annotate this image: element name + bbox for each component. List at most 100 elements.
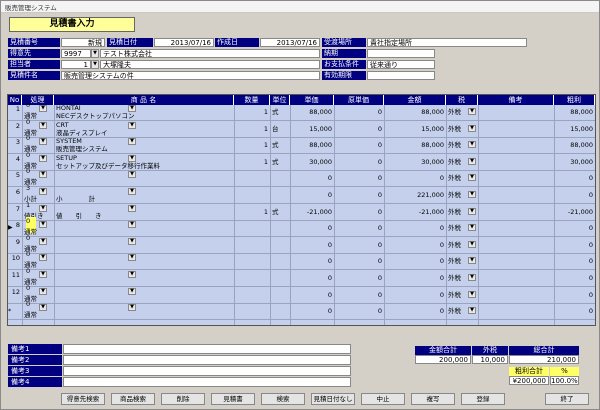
table-row[interactable]: 0 ▼ 通常 ▼ 0 0 0 外税 ▼ 0 * [8,300,595,323]
remark-3-field[interactable] [63,366,351,376]
product-dropdown-icon[interactable]: ▼ [128,171,136,179]
process-dropdown-icon[interactable]: ▼ [39,221,47,229]
process-dropdown-icon[interactable]: ▼ [39,188,47,195]
product-dropdown-icon[interactable]: ▼ [128,188,136,195]
table-row[interactable]: 4 0 ▼ 通常 SETUP ▼ セットアップ及びデータ移行作業料 1 式 30,000 0 30,0… [8,151,595,171]
customer-dropdown-icon[interactable]: ▼ [91,49,99,58]
quote-no-field[interactable]: 新規 [61,38,105,47]
tax-dropdown-icon[interactable]: ▼ [468,157,476,165]
unit-cell[interactable] [272,307,290,323]
table-row[interactable]: 1 0 ▼ 通常 HONTAI ▼ NECデスクトップパソコン 1 式 88,000 0 88,000… [8,101,595,121]
process-dropdown-icon[interactable]: ▼ [39,171,47,179]
tax-dropdown-icon[interactable]: ▼ [468,257,476,265]
tax-dropdown-icon[interactable]: ▼ [468,307,476,315]
profit-percent-value: 100.0% [550,376,579,385]
quote-print-button[interactable]: 見積書 [211,393,255,405]
tax-dropdown-icon[interactable]: ▼ [468,207,476,215]
product-dropdown-icon[interactable]: ▼ [128,304,136,312]
product-dropdown-icon[interactable]: ▼ [128,221,136,229]
product-dropdown-icon[interactable]: ▼ [128,271,136,278]
table-row[interactable]: 7 1 ▼ 値引き ▼ 値 引 き 1 式 -21,000 0 -21,000 外税 ▼ -21,000 [8,201,595,221]
process-dropdown-icon[interactable]: ▼ [39,138,47,146]
process-dropdown-icon[interactable]: ▼ [39,304,47,312]
due-date-field[interactable] [367,49,435,58]
col-qty-header: 数量 [234,95,270,105]
table-row[interactable]: 9 0 ▼ 通常 ▼ 0 0 0 外税 ▼ 0 [8,234,595,254]
line-items-grid[interactable]: No 処理商 品 名数量 単位 単価 原単価 金額税備考 粗利 1 0 ▼ 通常 HONTAI ▼ NE… [7,94,596,326]
validity-label: 有効期限 [322,71,366,80]
tax-dropdown-icon[interactable]: ▼ [468,191,476,198]
process-dropdown-icon[interactable]: ▼ [39,105,47,112]
function-key-bar: 得意先検索 商品検索 削除 見積書 検索 見積日付なし 中止 複写 登録 終了 [7,393,594,405]
quote-date-field[interactable]: 2013/07/16 [154,38,214,47]
unit-price-cell[interactable]: 0 [290,307,334,323]
process-dropdown-icon[interactable]: ▼ [39,237,47,245]
tax-dropdown-icon[interactable]: ▼ [468,174,476,182]
product-dropdown-icon[interactable]: ▼ [128,154,136,162]
subject-field[interactable]: 販売管理システムの件 [61,71,320,80]
process-dropdown-icon[interactable]: ▼ [39,287,47,295]
product-search-button[interactable]: 商品検索 [111,393,155,405]
product-dropdown-icon[interactable]: ▼ [128,105,136,112]
copy-button[interactable]: 複写 [411,393,455,405]
table-row[interactable]: 10 0 ▼ 通常 ▼ 0 0 0 外税 ▼ 0 [8,250,595,271]
remark-4-field[interactable] [63,377,351,387]
table-row[interactable]: 12 0 ▼ 通常 ▼ 0 0 0 外税 ▼ 0 [8,284,595,304]
tax-dropdown-icon[interactable]: ▼ [468,240,476,248]
table-row[interactable]: 6 3 ▼ 小計 ▼ 小 計 0 0 221,000 外税 ▼ 0 [8,184,595,204]
product-dropdown-icon[interactable]: ▼ [128,287,136,295]
subject-label: 見積件名 [8,71,60,80]
table-row[interactable]: 5 0 ▼ 通常 ▼ 0 0 0 外税 ▼ 0 [8,167,595,188]
process-dropdown-icon[interactable]: ▼ [39,271,47,278]
product-dropdown-icon[interactable]: ▼ [128,254,136,262]
customer-search-button[interactable]: 得意先検索 [61,393,105,405]
grand-total-label: 総合計 [509,346,579,355]
payment-terms-field[interactable]: 従来通り [367,60,435,69]
table-row[interactable]: 11 0 ▼ 通常 ▼ 0 0 0 外税 ▼ 0 [8,267,595,287]
tax-dropdown-icon[interactable]: ▼ [468,108,476,115]
remark-1-field[interactable] [63,344,351,354]
created-date-field[interactable]: 2013/07/16 [260,38,320,47]
product-name[interactable] [56,311,232,325]
note-cell[interactable] [480,307,552,323]
search-button[interactable]: 検索 [261,393,305,405]
row-number: 5 [15,171,20,180]
product-dropdown-icon[interactable]: ▼ [128,204,136,212]
process-dropdown-icon[interactable]: ▼ [39,254,47,262]
process-dropdown-icon[interactable]: ▼ [39,204,47,212]
staff-dropdown-icon[interactable]: ▼ [91,60,99,69]
table-row[interactable]: 3 0 ▼ 通常 SYSTEM ▼ 販売管理システム 1 式 88,000 0 88,000 外税 ▼ 88… [8,134,595,155]
validity-field[interactable] [367,71,435,80]
tax-dropdown-icon[interactable]: ▼ [468,224,476,232]
amount-cell[interactable]: 0 [384,307,446,323]
process-dropdown-icon[interactable]: ▼ [39,121,47,129]
col-unit-header: 単位 [270,95,290,105]
tax-dropdown-icon[interactable]: ▼ [468,124,476,132]
cost-price-cell[interactable]: 0 [334,307,384,323]
table-row[interactable]: 2 0 ▼ 通常 CRT ▼ 液晶ディスプレイ 1 台 15,000 0 15,000 外税 ▼ 15,00… [8,118,595,138]
register-button[interactable]: 登録 [461,393,505,405]
staff-code-field[interactable]: 1 [61,60,91,69]
delete-button[interactable]: 削除 [161,393,205,405]
row-number: 11 [11,271,20,279]
staff-name-field[interactable]: 大塚隆夫 [100,60,320,69]
tax-dropdown-icon[interactable]: ▼ [468,274,476,281]
tax-dropdown-icon[interactable]: ▼ [468,290,476,298]
tax-cell[interactable]: 外税 [448,307,468,323]
table-row[interactable]: 8 0 ▼ 通常 ▼ 0 0 0 外税 ▼ 0 ▶ [8,217,595,238]
no-quote-date-button[interactable]: 見積日付なし [311,393,355,405]
quantity-cell[interactable] [234,307,270,323]
remark-2-field[interactable] [63,355,351,365]
cancel-button[interactable]: 中止 [361,393,405,405]
product-dropdown-icon[interactable]: ▼ [128,237,136,245]
customer-code-field[interactable]: 9997 [61,49,91,58]
delivery-place-field[interactable]: 貴社指定場所 [367,38,527,47]
exit-button[interactable]: 終了 [545,393,589,405]
remark-3-label: 備考3 [8,366,62,376]
customer-name-field[interactable]: テスト株式会社 [100,49,320,58]
product-dropdown-icon[interactable]: ▼ [128,138,136,146]
tax-dropdown-icon[interactable]: ▼ [468,141,476,149]
product-dropdown-icon[interactable]: ▼ [128,121,136,129]
profit-total-value: ¥200,000 [509,376,549,385]
process-dropdown-icon[interactable]: ▼ [39,154,47,162]
